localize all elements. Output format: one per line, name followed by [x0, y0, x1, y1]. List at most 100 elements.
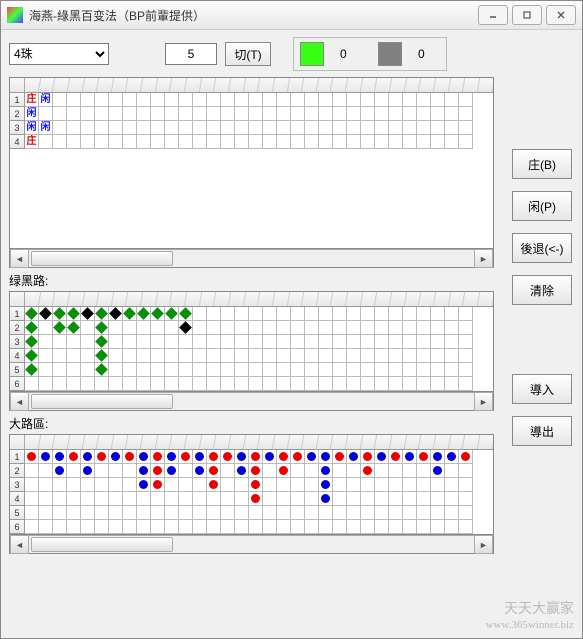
grid-cell[interactable]: [109, 506, 123, 520]
count-input[interactable]: [165, 43, 217, 65]
grid-cell[interactable]: [25, 450, 39, 464]
grid-cell[interactable]: [67, 363, 81, 377]
grid-cell[interactable]: [319, 377, 333, 391]
grid-cell[interactable]: [81, 93, 95, 107]
grid-cell[interactable]: [445, 335, 459, 349]
grid-cell[interactable]: [417, 121, 431, 135]
grid-cell[interactable]: [263, 335, 277, 349]
export-button[interactable]: 導出: [512, 416, 572, 446]
grid-cell[interactable]: [445, 464, 459, 478]
grid-cell[interactable]: [375, 121, 389, 135]
bigroad-grid[interactable]: 123456: [9, 434, 494, 535]
grid-cell[interactable]: [193, 506, 207, 520]
grid-cell[interactable]: [151, 377, 165, 391]
grid-cell[interactable]: [333, 478, 347, 492]
grid-cell[interactable]: [193, 349, 207, 363]
grid-cell[interactable]: [95, 506, 109, 520]
grid-cell[interactable]: [53, 520, 67, 534]
grid-cell[interactable]: [459, 450, 473, 464]
grid-cell[interactable]: [431, 321, 445, 335]
grid-cell[interactable]: [333, 492, 347, 506]
grid-cell[interactable]: [109, 363, 123, 377]
grid-cell[interactable]: [375, 93, 389, 107]
grid-cell[interactable]: [123, 492, 137, 506]
grid-cell[interactable]: [417, 335, 431, 349]
grid-cell[interactable]: [53, 492, 67, 506]
grid-cell[interactable]: [123, 377, 137, 391]
grid-cell[interactable]: [389, 520, 403, 534]
grid-cell[interactable]: [193, 121, 207, 135]
grid-cell[interactable]: [235, 464, 249, 478]
grid-cell[interactable]: [221, 478, 235, 492]
grid-cell[interactable]: [459, 363, 473, 377]
grid-cell[interactable]: [193, 492, 207, 506]
grid-cell[interactable]: [361, 93, 375, 107]
grid-cell[interactable]: [207, 450, 221, 464]
grid-cell[interactable]: [333, 335, 347, 349]
grid-cell[interactable]: [319, 363, 333, 377]
grid-cell[interactable]: [277, 135, 291, 149]
grid-cell[interactable]: [109, 464, 123, 478]
grid-cell[interactable]: [417, 93, 431, 107]
grid-cell[interactable]: [81, 335, 95, 349]
grid-cell[interactable]: [263, 492, 277, 506]
grid-cell[interactable]: [67, 135, 81, 149]
grid-cell[interactable]: [221, 363, 235, 377]
grid-cell[interactable]: [39, 464, 53, 478]
bead-scrollbar[interactable]: ◄ ►: [9, 249, 494, 268]
grid-cell[interactable]: [109, 349, 123, 363]
grid-cell[interactable]: [25, 321, 39, 335]
grid-cell[interactable]: [193, 520, 207, 534]
grid-cell[interactable]: [207, 520, 221, 534]
grid-cell[interactable]: [361, 492, 375, 506]
grid-cell[interactable]: [333, 93, 347, 107]
grid-cell[interactable]: [431, 363, 445, 377]
grid-cell[interactable]: 闲: [25, 107, 39, 121]
grid-cell[interactable]: [123, 93, 137, 107]
grid-cell[interactable]: 闲: [39, 93, 53, 107]
grid-cell[interactable]: [389, 478, 403, 492]
grid-cell[interactable]: [375, 363, 389, 377]
grid-cell[interactable]: [263, 363, 277, 377]
grid-cell[interactable]: [277, 478, 291, 492]
grid-cell[interactable]: [25, 506, 39, 520]
grid-cell[interactable]: [179, 464, 193, 478]
grid-cell[interactable]: [165, 377, 179, 391]
grid-cell[interactable]: [403, 506, 417, 520]
grid-cell[interactable]: [319, 307, 333, 321]
grid-cell[interactable]: [123, 450, 137, 464]
grid-cell[interactable]: [249, 307, 263, 321]
grid-cell[interactable]: [53, 121, 67, 135]
grid-cell[interactable]: [207, 321, 221, 335]
grid-cell[interactable]: [81, 520, 95, 534]
grid-cell[interactable]: [81, 363, 95, 377]
grid-cell[interactable]: [67, 107, 81, 121]
grid-cell[interactable]: [179, 307, 193, 321]
grid-cell[interactable]: [459, 520, 473, 534]
grid-cell[interactable]: [361, 506, 375, 520]
close-button[interactable]: [546, 5, 576, 25]
grid-cell[interactable]: [67, 506, 81, 520]
grid-cell[interactable]: [207, 377, 221, 391]
grid-cell[interactable]: [277, 349, 291, 363]
grid-cell[interactable]: [305, 107, 319, 121]
grid-cell[interactable]: [137, 363, 151, 377]
grid-cell[interactable]: [207, 335, 221, 349]
grid-cell[interactable]: [277, 520, 291, 534]
grid-cell[interactable]: [137, 464, 151, 478]
grid-cell[interactable]: [361, 363, 375, 377]
grid-cell[interactable]: [319, 135, 333, 149]
grid-cell[interactable]: [207, 121, 221, 135]
grid-cell[interactable]: [403, 135, 417, 149]
grid-cell[interactable]: [263, 377, 277, 391]
grid-cell[interactable]: [431, 335, 445, 349]
grid-cell[interactable]: [403, 450, 417, 464]
grid-cell[interactable]: [151, 492, 165, 506]
grid-cell[interactable]: [95, 107, 109, 121]
grid-cell[interactable]: [235, 377, 249, 391]
grid-cell[interactable]: [67, 93, 81, 107]
grid-cell[interactable]: [319, 93, 333, 107]
grid-cell[interactable]: [417, 520, 431, 534]
grid-cell[interactable]: [25, 464, 39, 478]
grid-cell[interactable]: [81, 307, 95, 321]
